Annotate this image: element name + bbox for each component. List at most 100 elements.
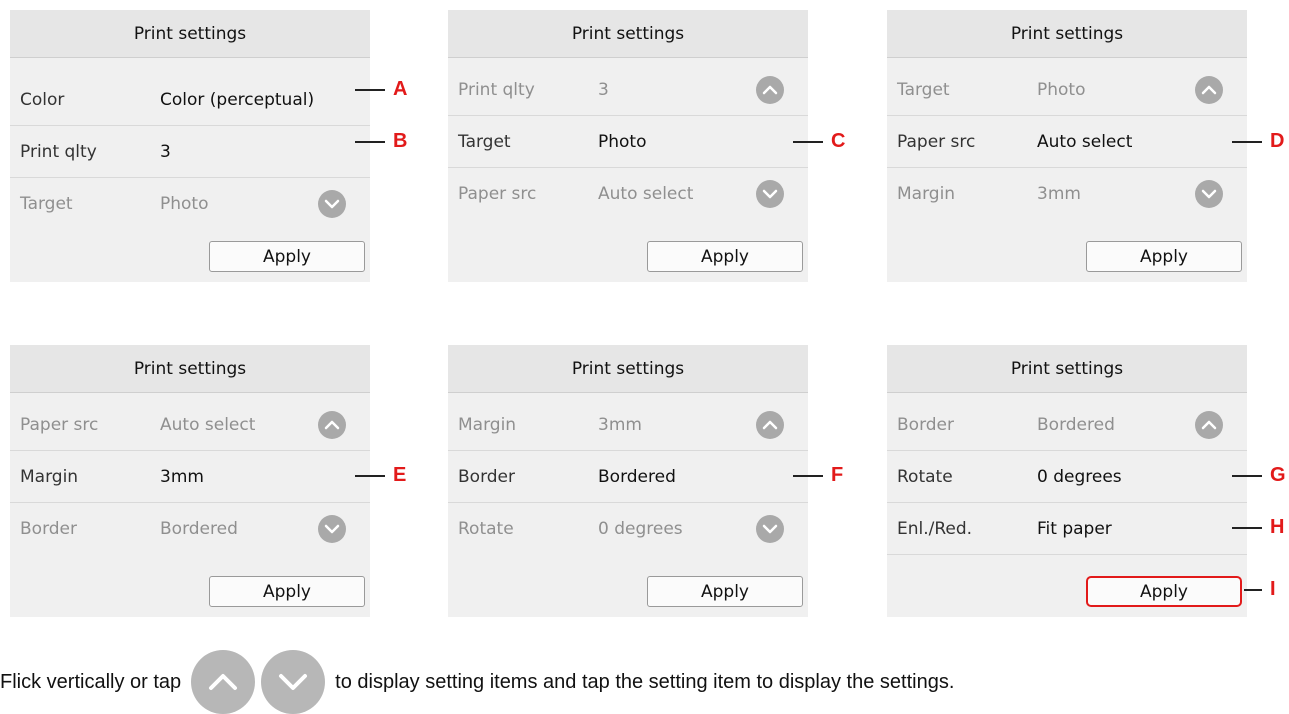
callout-label: C <box>831 130 846 152</box>
callout-h: H <box>1232 516 1284 539</box>
chevron-up-icon <box>762 85 778 95</box>
callout-a: A <box>355 78 407 101</box>
callout-line <box>1232 140 1262 143</box>
scroll-down-button[interactable] <box>756 515 784 543</box>
apply-button[interactable]: Apply <box>647 241 803 272</box>
setting-label: Rotate <box>897 467 953 487</box>
setting-label: Paper src <box>897 132 976 152</box>
scroll-down-button[interactable] <box>318 190 346 218</box>
setting-row-paper-src[interactable]: Paper src Auto select <box>10 399 370 451</box>
apply-button[interactable]: Apply <box>1086 241 1242 272</box>
callout-line <box>355 88 385 91</box>
setting-value: 3 <box>598 80 609 100</box>
panel-title: Print settings <box>448 10 808 58</box>
setting-row-border[interactable]: Border Bordered <box>10 503 370 555</box>
panel-title: Print settings <box>887 10 1247 58</box>
callout-g: G <box>1232 464 1286 487</box>
setting-row-paper-src[interactable]: Paper src Auto select <box>448 168 808 220</box>
setting-row-target[interactable]: Target Photo <box>448 116 808 168</box>
setting-label: Margin <box>20 467 79 487</box>
setting-row-print-qlty[interactable]: Print qlty 3 <box>10 126 370 178</box>
setting-value: Color (perceptual) <box>160 90 315 110</box>
setting-label: Target <box>458 132 511 152</box>
setting-row-target[interactable]: Target Photo <box>10 178 370 230</box>
print-settings-panel-3: Print settings Target Photo Paper src Au… <box>887 10 1247 282</box>
chevron-down-icon <box>762 524 778 534</box>
apply-button[interactable]: Apply <box>209 576 365 607</box>
setting-value: 3mm <box>160 467 204 487</box>
setting-row-margin[interactable]: Margin 3mm <box>10 451 370 503</box>
instruction-text-before: Flick vertically or tap <box>0 670 182 693</box>
setting-row-rotate[interactable]: Rotate 0 degrees <box>887 451 1247 503</box>
setting-row-print-qlty[interactable]: Print qlty 3 <box>448 64 808 116</box>
setting-row-paper-src[interactable]: Paper src Auto select <box>887 116 1247 168</box>
scroll-up-button[interactable] <box>756 76 784 104</box>
callout-line <box>793 140 823 143</box>
chevron-down-icon <box>762 189 778 199</box>
chevron-up-icon <box>1201 85 1217 95</box>
callout-line <box>1232 526 1262 529</box>
callout-label: A <box>393 78 408 100</box>
setting-value: Auto select <box>598 184 694 204</box>
chevron-down-icon <box>1201 189 1217 199</box>
print-settings-panel-5: Print settings Margin 3mm Border Bordere… <box>448 345 808 617</box>
setting-value: Auto select <box>1037 132 1133 152</box>
scroll-down-button[interactable] <box>756 180 784 208</box>
setting-row-target[interactable]: Target Photo <box>887 64 1247 116</box>
callout-label: B <box>393 130 408 152</box>
chevron-up-icon <box>324 420 340 430</box>
setting-label: Enl./Red. <box>897 519 973 539</box>
callout-line <box>355 140 385 143</box>
scroll-up-button[interactable] <box>756 411 784 439</box>
panel-title: Print settings <box>887 345 1247 393</box>
callout-label: F <box>831 464 844 486</box>
setting-row-margin[interactable]: Margin 3mm <box>887 168 1247 220</box>
callout-line <box>355 474 385 477</box>
callout-c: C <box>793 130 845 153</box>
callout-i: I <box>1244 578 1276 601</box>
setting-value: 3mm <box>1037 184 1081 204</box>
setting-label: Border <box>897 415 954 435</box>
scroll-up-button[interactable] <box>1195 76 1223 104</box>
setting-label: Paper src <box>458 184 537 204</box>
setting-row-color[interactable]: Color Color (perceptual) <box>10 74 370 126</box>
callout-d: D <box>1232 130 1284 153</box>
callout-label: E <box>393 464 407 486</box>
print-settings-panel-6: Print settings Border Bordered Rotate 0 … <box>887 345 1247 617</box>
setting-label: Target <box>20 194 73 214</box>
setting-row-rotate[interactable]: Rotate 0 degrees <box>448 503 808 555</box>
callout-f: F <box>793 464 843 487</box>
chevron-down-icon <box>324 524 340 534</box>
setting-row-enl-red[interactable]: Enl./Red. Fit paper <box>887 503 1247 555</box>
apply-button[interactable]: Apply <box>1086 576 1242 607</box>
setting-value: 3 <box>160 142 171 162</box>
callout-line <box>1232 474 1262 477</box>
setting-label: Rotate <box>458 519 514 539</box>
scroll-up-example <box>191 650 256 714</box>
setting-row-border[interactable]: Border Bordered <box>448 451 808 503</box>
print-settings-panel-4: Print settings Paper src Auto select Mar… <box>10 345 370 617</box>
apply-button[interactable]: Apply <box>647 576 803 607</box>
setting-label: Paper src <box>20 415 99 435</box>
setting-value: 0 degrees <box>598 519 683 539</box>
setting-row-border[interactable]: Border Bordered <box>887 399 1247 451</box>
scroll-down-button[interactable] <box>318 515 346 543</box>
chevron-down-icon <box>324 199 340 209</box>
setting-value: Photo <box>598 132 647 152</box>
setting-label: Target <box>897 80 950 100</box>
setting-value: Bordered <box>1037 415 1115 435</box>
apply-button[interactable]: Apply <box>209 241 365 272</box>
scroll-up-button[interactable] <box>318 411 346 439</box>
setting-label: Print qlty <box>20 142 97 162</box>
chevron-up-icon <box>762 420 778 430</box>
scroll-down-button[interactable] <box>1195 180 1223 208</box>
callout-e: E <box>355 464 406 487</box>
chevron-up-icon <box>209 674 238 690</box>
setting-label: Margin <box>897 184 956 204</box>
scroll-down-example <box>261 650 326 714</box>
setting-value: Photo <box>160 194 209 214</box>
scroll-up-button[interactable] <box>1195 411 1223 439</box>
setting-label: Border <box>458 467 515 487</box>
setting-row-margin[interactable]: Margin 3mm <box>448 399 808 451</box>
setting-label: Print qlty <box>458 80 535 100</box>
